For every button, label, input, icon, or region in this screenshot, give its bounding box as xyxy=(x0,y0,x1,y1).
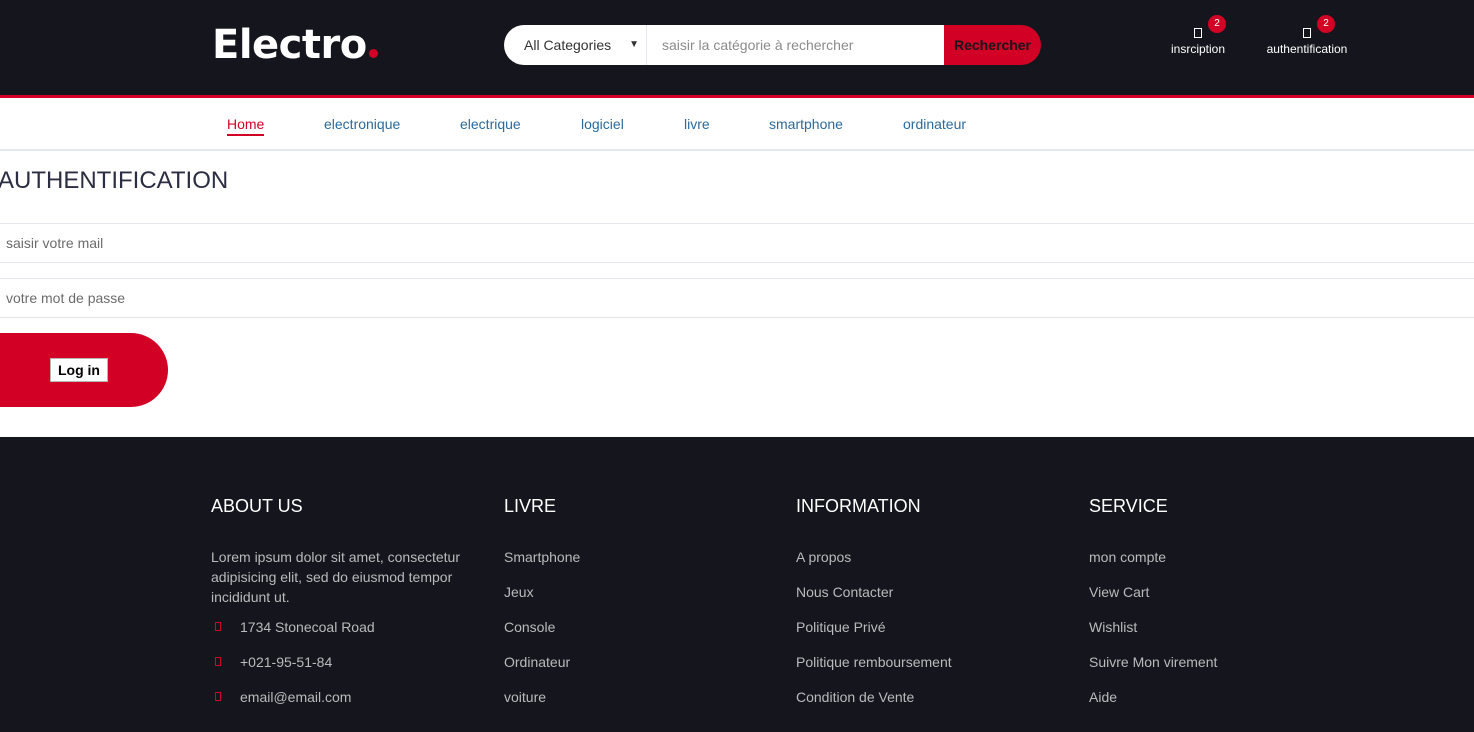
header-link-label: authentification xyxy=(1266,42,1348,56)
logo-dot xyxy=(368,49,378,58)
inscription-badge: 2 xyxy=(1208,15,1226,33)
nav-item-electronique[interactable]: electronique xyxy=(324,116,400,133)
footer-link[interactable]: Aide xyxy=(1089,687,1217,722)
footer-link[interactable]: voiture xyxy=(504,687,580,722)
footer-contact-text: 1734 Stonecoal Road xyxy=(240,619,375,635)
login-button[interactable]: Log in xyxy=(50,358,108,382)
footer-link[interactable]: Ordinateur xyxy=(504,652,580,687)
footer-link[interactable]: mon compte xyxy=(1089,547,1217,582)
footer-link[interactable]: Smartphone xyxy=(504,547,580,582)
footer-col-about: ABOUT US Lorem ipsum dolor sit amet, con… xyxy=(211,495,471,722)
footer-contact-address[interactable]: 1734 Stonecoal Road xyxy=(211,617,471,652)
site-footer: ABOUT US Lorem ipsum dolor sit amet, con… xyxy=(0,437,1474,732)
phone-icon xyxy=(215,657,221,666)
cart-icon xyxy=(1303,28,1311,38)
header-link-label: insrciption xyxy=(1170,42,1226,56)
search-input[interactable] xyxy=(647,25,944,65)
footer-contact-text: +021-95-51-84 xyxy=(240,654,333,670)
footer-link[interactable]: Console xyxy=(504,617,580,652)
nav-item-smartphone[interactable]: smartphone xyxy=(769,116,843,133)
nav-item-logiciel[interactable]: logiciel xyxy=(581,116,624,133)
footer-title-information: INFORMATION xyxy=(796,496,921,516)
nav-item-livre[interactable]: livre xyxy=(684,116,710,133)
category-select-value: All Categories xyxy=(524,37,612,53)
footer-link[interactable]: A propos xyxy=(796,547,952,582)
footer-link[interactable]: View Cart xyxy=(1089,582,1217,617)
footer-col-service: SERVICE mon compte View Cart Wishlist Su… xyxy=(1089,495,1217,722)
map-marker-icon xyxy=(215,622,221,631)
footer-title-livre: LIVRE xyxy=(504,496,557,516)
logo[interactable]: Electro xyxy=(212,20,378,70)
search-form: All Categories ▼ Rechercher xyxy=(504,25,1041,65)
footer-link[interactable]: Politique Privé xyxy=(796,617,952,652)
login-button-container[interactable]: Log in xyxy=(0,333,168,407)
chevron-down-icon: ▼ xyxy=(629,39,639,50)
password-field[interactable] xyxy=(0,279,1474,317)
footer-link[interactable]: Suivre Mon virement xyxy=(1089,652,1217,687)
header-link-inscription[interactable]: 2 insrciption xyxy=(1168,14,1228,56)
footer-about-text: Lorem ipsum dolor sit amet, consectetur … xyxy=(211,549,460,605)
email-field[interactable] xyxy=(0,224,1474,262)
footer-col-livre: LIVRE Smartphone Jeux Console Ordinateur… xyxy=(504,495,580,722)
envelope-icon xyxy=(215,692,221,701)
footer-link[interactable]: Politique remboursement xyxy=(796,652,952,687)
nav-item-electrique[interactable]: electrique xyxy=(460,116,521,133)
category-select[interactable]: All Categories ▼ xyxy=(504,25,647,65)
footer-link[interactable]: Condition de Vente xyxy=(796,687,952,722)
site-header: Electro All Categories ▼ Rechercher 2 in… xyxy=(0,0,1474,95)
nav-item-ordinateur[interactable]: ordinateur xyxy=(903,116,966,133)
search-button[interactable]: Rechercher xyxy=(944,25,1041,65)
nav-item-home[interactable]: Home xyxy=(227,116,265,136)
heart-icon xyxy=(1194,28,1202,38)
footer-contact-phone[interactable]: +021-95-51-84 xyxy=(211,652,471,687)
footer-title-service: SERVICE xyxy=(1089,496,1168,516)
page-title: AUTHENTIFICATION xyxy=(0,167,229,194)
authentification-badge: 2 xyxy=(1317,15,1335,33)
footer-contact-text: email@email.com xyxy=(240,689,352,705)
footer-link[interactable]: Jeux xyxy=(504,582,580,617)
logo-text: Electro xyxy=(212,22,367,68)
footer-col-information: INFORMATION A propos Nous Contacter Poli… xyxy=(796,495,952,722)
main-nav: Home electronique electrique logiciel li… xyxy=(0,98,1474,151)
footer-link[interactable]: Wishlist xyxy=(1089,617,1217,652)
header-link-authentification[interactable]: 2 authentification xyxy=(1264,14,1350,56)
footer-title-about: ABOUT US xyxy=(211,496,303,516)
password-field-wrapper xyxy=(0,278,1474,318)
footer-link[interactable]: Nous Contacter xyxy=(796,582,952,617)
footer-contact-email[interactable]: email@email.com xyxy=(211,687,471,722)
email-field-wrapper xyxy=(0,223,1474,263)
